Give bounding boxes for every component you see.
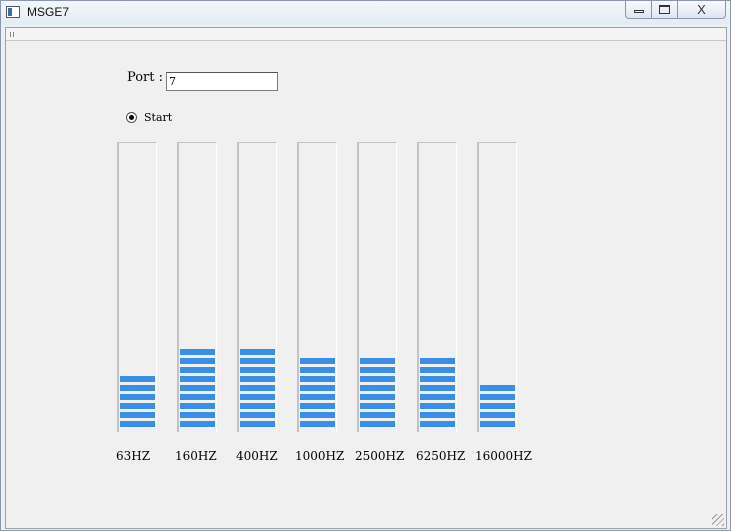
meter-1000hz (297, 142, 337, 432)
meter-segment (120, 385, 155, 391)
meter-segment (300, 385, 335, 391)
meter-segment (120, 376, 155, 382)
meter-segment (360, 403, 395, 409)
meter-segment (420, 412, 455, 418)
close-button[interactable]: X (678, 1, 726, 19)
meter-label: 2500HZ (355, 449, 405, 463)
meter-label: 1000HZ (295, 449, 345, 463)
start-radio-label[interactable]: Start (144, 111, 172, 124)
meter-segment (240, 403, 275, 409)
close-icon: X (697, 2, 706, 17)
meter-segment (480, 394, 515, 400)
meter-segment (180, 394, 215, 400)
meter-segment (300, 403, 335, 409)
meter-segment (420, 403, 455, 409)
meter-segment (180, 367, 215, 373)
meter-segment (180, 349, 215, 355)
meter-segment (240, 376, 275, 382)
meter-segment (360, 358, 395, 364)
port-label: Port : (127, 70, 163, 85)
title-bar[interactable]: MSGE7 X (1, 1, 730, 25)
meter-2500hz (357, 142, 397, 432)
meter-segment (420, 385, 455, 391)
meter-segment (420, 367, 455, 373)
meter-label: 63HZ (116, 449, 151, 463)
resize-grip[interactable] (712, 514, 724, 526)
meter-segment (240, 412, 275, 418)
meter-segment (240, 358, 275, 364)
meter-segment (420, 376, 455, 382)
meter-segment (240, 421, 275, 427)
meter-segment (240, 394, 275, 400)
window-title: MSGE7 (27, 5, 70, 19)
start-radio[interactable] (126, 112, 137, 123)
meter-segment (420, 394, 455, 400)
meter-segment (300, 412, 335, 418)
meter-63hz (117, 142, 157, 432)
meter-label: 6250HZ (416, 449, 466, 463)
minimize-button[interactable] (625, 1, 652, 19)
meter-segment (120, 421, 155, 427)
meter-segment (300, 421, 335, 427)
meter-label: 160HZ (175, 449, 217, 463)
meter-segment (480, 403, 515, 409)
meter-segment (480, 412, 515, 418)
meter-400hz (237, 142, 277, 432)
menu-bar[interactable] (6, 28, 726, 41)
meter-segment (360, 412, 395, 418)
meter-segment (120, 394, 155, 400)
app-icon[interactable] (6, 6, 20, 18)
meter-segment (300, 358, 335, 364)
client-area: Port : Start 63HZ 160HZ 400HZ 1000HZ 2500HZ 6… (5, 27, 727, 529)
meter-label: 16000HZ (475, 449, 532, 463)
meter-segment (180, 385, 215, 391)
meter-segment (360, 421, 395, 427)
meter-segment (420, 358, 455, 364)
meter-segment (120, 412, 155, 418)
meter-segment (120, 403, 155, 409)
meter-160hz (177, 142, 217, 432)
meter-segment (300, 376, 335, 382)
meter-16000hz (477, 142, 517, 432)
meter-segment (300, 367, 335, 373)
meter-segment (360, 376, 395, 382)
main-window: MSGE7 X Port : Start 63HZ 160HZ 400HZ 1000H… (0, 0, 731, 531)
meter-segment (480, 421, 515, 427)
meter-segment (360, 367, 395, 373)
meter-segment (180, 412, 215, 418)
meter-segment (240, 385, 275, 391)
meter-segment (480, 385, 515, 391)
meter-segment (420, 421, 455, 427)
meter-segment (360, 385, 395, 391)
meter-segment (360, 394, 395, 400)
port-input[interactable] (166, 72, 278, 91)
maximize-button[interactable] (652, 1, 678, 19)
meter-segment (180, 403, 215, 409)
meter-6250hz (417, 142, 457, 432)
meter-segment (180, 376, 215, 382)
meter-segment (240, 349, 275, 355)
meter-segment (180, 421, 215, 427)
meter-segment (180, 358, 215, 364)
meter-label: 400HZ (236, 449, 278, 463)
meter-segment (300, 394, 335, 400)
meter-segment (240, 367, 275, 373)
